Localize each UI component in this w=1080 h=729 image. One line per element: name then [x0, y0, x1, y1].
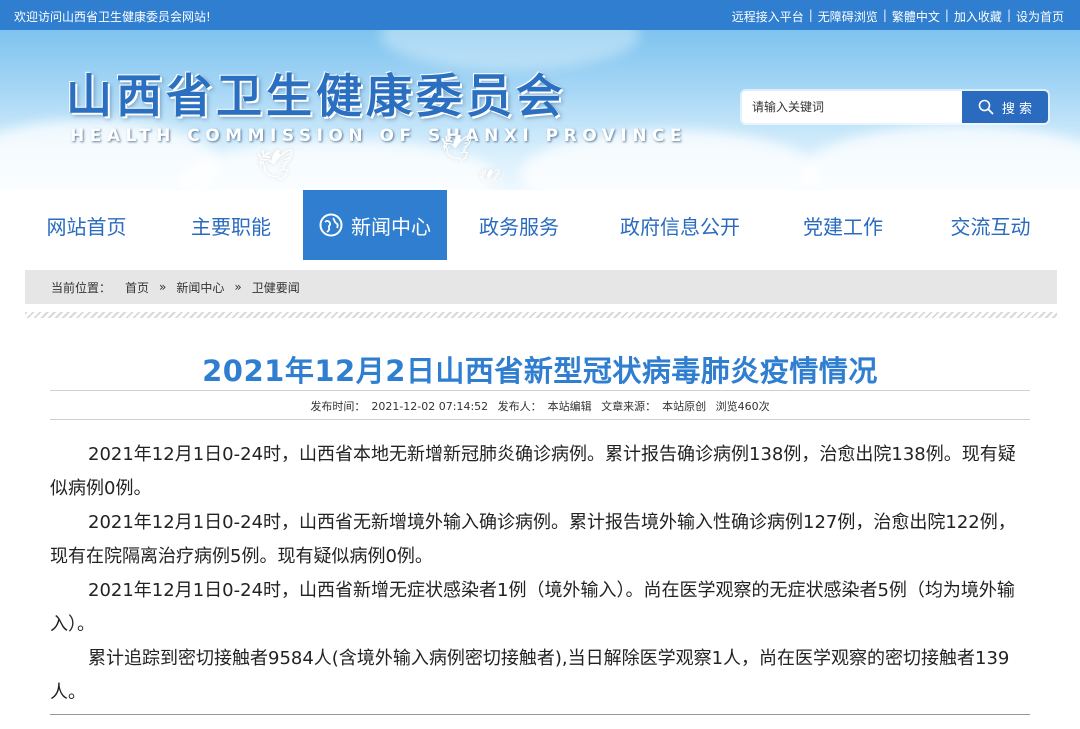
breadcrumb: 当前位置： 首页 » 新闻中心 » 卫健要闻 — [25, 270, 1057, 304]
nav-item-home[interactable]: 网站首页 — [14, 190, 159, 260]
link-set-homepage[interactable]: 设为首页 — [1016, 8, 1064, 25]
divider — [50, 419, 1030, 420]
breadcrumb-home[interactable]: 首页 — [125, 279, 149, 296]
dove-icon: 🕊 — [478, 168, 501, 189]
breadcrumb-label: 当前位置： — [51, 280, 112, 295]
decorative-divider — [25, 312, 1057, 318]
divider — [50, 714, 1030, 715]
separator: | — [882, 8, 887, 22]
search-input[interactable] — [752, 97, 958, 117]
nav-item-interaction[interactable]: 交流互动 — [917, 190, 1064, 260]
site-logo-chinese[interactable]: 山西省卫生健康委员会 — [66, 60, 566, 126]
article-meta: 发布时间： 2021-12-02 07:14:52 发布人： 本站编辑 文章来源： 本… — [50, 398, 1030, 414]
top-bar: 欢迎访问山西省卫生健康委员会网站! 远程接入平台 | 无障碍浏览 | 繁體中文 … — [0, 0, 1080, 30]
nav-label: 党建工作 — [803, 214, 883, 239]
nav-item-information-disclosure[interactable]: 政府信息公开 — [591, 190, 769, 260]
search-icon — [978, 99, 994, 115]
nav-label: 主要职能 — [191, 214, 271, 239]
breadcrumb-health-news[interactable]: 卫健要闻 — [252, 279, 300, 296]
link-accessibility[interactable]: 无障碍浏览 — [818, 8, 878, 25]
nav-label: 政务服务 — [479, 214, 559, 239]
article-paragraph: 累计追踪到密切接触者9584人(含境外输入病例密切接触者),当日解除医学观察1人… — [50, 648, 1010, 703]
article-paragraph: 2021年12月1日0-24时，山西省新增无症状感染者1例（境外输入）。尚在医学… — [50, 580, 1015, 635]
divider — [50, 390, 1030, 391]
nav-label: 新闻中心 — [351, 214, 431, 239]
breadcrumb-separator: » — [159, 280, 167, 294]
header-banner: 山西省卫生健康委员会 HEALTH COMMISSION OF SHANXI P… — [0, 30, 1080, 190]
nav-item-government-services[interactable]: 政务服务 — [447, 190, 591, 260]
search-box: 搜 索 — [742, 91, 1048, 123]
article-title: 2021年12月2日山西省新型冠状病毒肺炎疫情情况 — [202, 354, 878, 388]
source: 本站原创 — [662, 400, 707, 413]
search-button-label: 搜 索 — [1001, 101, 1033, 117]
article-paragraph: 2021年12月1日0-24时，山西省本地无新增新冠肺炎确诊病例。累计报告确诊病… — [50, 444, 1016, 499]
link-traditional-chinese[interactable]: 繁體中文 — [892, 8, 940, 25]
nav-label: 网站首页 — [46, 214, 127, 239]
view-count: 浏览460次 — [715, 400, 770, 413]
article-body: 2021年12月1日0-24时，山西省本地无新增新冠肺炎确诊病例。累计报告确诊病… — [50, 438, 1032, 710]
publish-time: 2021-12-02 07:14:52 — [371, 400, 489, 413]
nav-label: 交流互动 — [950, 214, 1031, 239]
nav-label: 政府信息公开 — [620, 214, 740, 239]
breadcrumb-news-center[interactable]: 新闻中心 — [176, 279, 224, 296]
site-logo-english: HEALTH COMMISSION OF SHANXI PROVINCE — [70, 126, 688, 146]
globe-icon — [319, 213, 343, 237]
nav-item-news-center[interactable]: 新闻中心 — [303, 190, 447, 260]
link-add-favorite[interactable]: 加入收藏 — [954, 8, 1002, 25]
cloud-decoration — [800, 125, 1080, 190]
link-remote-access[interactable]: 远程接入平台 — [732, 8, 804, 25]
nav-item-party-building[interactable]: 党建工作 — [769, 190, 917, 260]
welcome-text: 欢迎访问山西省卫生健康委员会网站! — [14, 10, 211, 24]
search-button[interactable]: 搜 索 — [962, 91, 1048, 123]
dove-icon: 🕊 — [440, 134, 474, 164]
top-links: 远程接入平台 | 无障碍浏览 | 繁體中文 | 加入收藏 | 设为首页 — [732, 8, 1064, 25]
separator: | — [808, 8, 813, 22]
article-paragraph: 2021年12月1日0-24时，山西省无新增境外输入确诊病例。累计报告境外输入性… — [50, 512, 1016, 567]
dove-icon: 🕊 — [256, 148, 295, 183]
separator: | — [1006, 8, 1011, 22]
publisher: 本站编辑 — [547, 400, 592, 413]
source-label: 文章来源： — [601, 400, 657, 413]
main-nav: 网站首页 主要职能 新闻中心 政务服务 政府信息公开 党建工作 交流互动 — [14, 190, 1064, 260]
breadcrumb-separator: » — [234, 280, 242, 294]
nav-item-functions[interactable]: 主要职能 — [159, 190, 303, 260]
publish-time-label: 发布时间： — [310, 400, 366, 413]
separator: | — [944, 8, 949, 22]
publisher-label: 发布人： — [497, 400, 542, 413]
